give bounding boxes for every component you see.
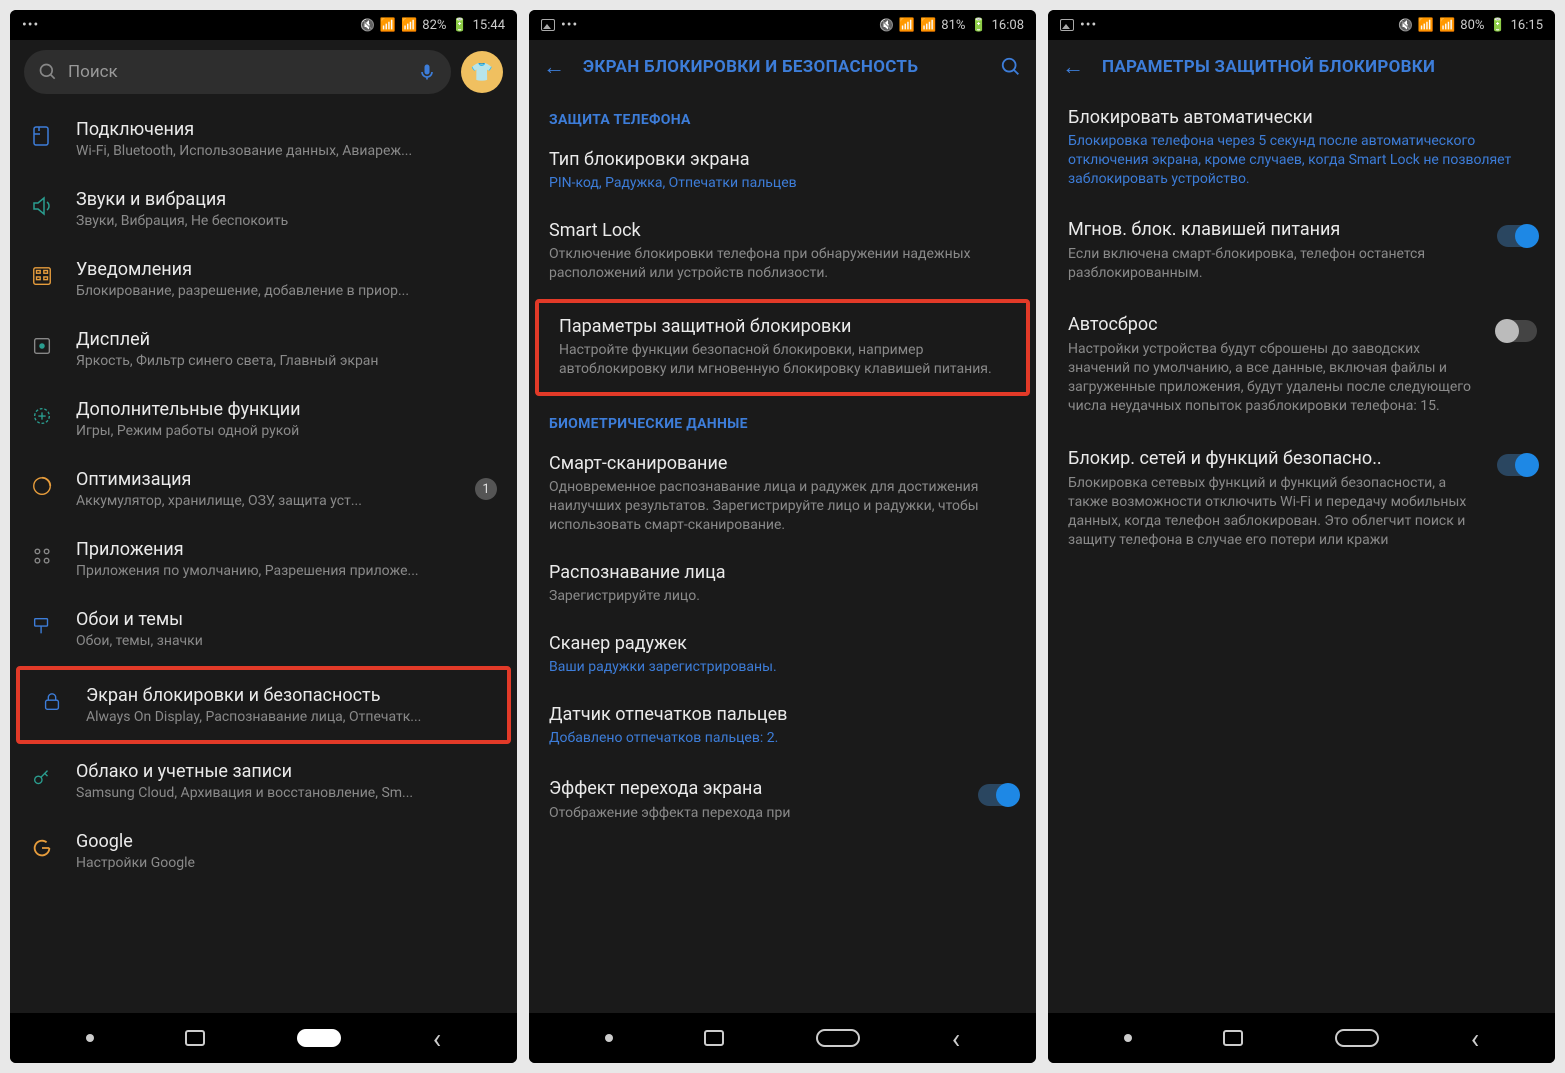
nav-bar [1048,1013,1555,1063]
mute-icon [1398,18,1413,33]
optimization-icon [28,472,56,500]
highlight-secure-lock-params: Параметры защитной блокировки Настройте … [535,299,1030,397]
toggle-power-key-lock[interactable] [1497,225,1537,247]
wifi-icon: 📶 [380,18,396,33]
nav-home[interactable] [816,1029,860,1047]
key-icon [28,764,56,792]
item-auto-reset[interactable]: Автосброс Настройки устройства будут сбр… [1048,298,1555,432]
back-arrow-icon[interactable]: ← [543,54,565,80]
connections-icon [28,122,56,150]
battery-percent: 81% [941,18,965,33]
battery-icon: 🔋 [1489,18,1505,33]
settings-cloud-accounts[interactable]: Облако и учетные записиSamsung Cloud, Ар… [10,746,517,816]
settings-google[interactable]: GoogleНастройки Google [10,816,517,886]
nav-back[interactable] [433,1022,441,1055]
settings-sounds[interactable]: Звуки и вибрацияЗвуки, Вибрация, Не бесп… [10,174,517,244]
search-placeholder: Поиск [68,62,407,82]
brush-icon [28,612,56,640]
battery-icon: 🔋 [970,18,986,33]
badge-count: 1 [475,478,497,500]
wifi-icon: 📶 [1418,18,1434,33]
phone-lock-security: 📶 📶 81% 🔋 16:08 ← ЭКРАН БЛОКИРОВКИ И БЕЗ… [529,10,1036,1063]
section-phone-protection: ЗАЩИТА ТЕЛЕФОНА [529,94,1036,136]
item-smart-lock[interactable]: Smart Lock Отключение блокировки телефон… [529,207,1036,297]
screenshot-icon [1060,19,1074,31]
notification-dots-icon [22,17,39,33]
item-power-key-lock[interactable]: Мгнов. блок. клавишей питания Если включ… [1048,203,1555,299]
item-secure-lock-params[interactable]: Параметры защитной блокировки Настройте … [539,303,1026,393]
status-bar: 📶 📶 82% 🔋 15:44 [10,10,517,40]
nav-recent[interactable] [185,1030,205,1046]
clock: 16:08 [992,18,1024,33]
apps-icon [28,542,56,570]
wifi-icon: 📶 [899,18,915,33]
lock-icon [38,688,66,716]
settings-advanced[interactable]: Дополнительные функцииИгры, Режим работы… [10,384,517,454]
status-bar: 📶 📶 80% 🔋 16:15 [1048,10,1555,40]
toggle-transition[interactable] [978,784,1018,806]
search-icon [38,62,58,82]
mute-icon [360,18,375,33]
phone-settings-main: 📶 📶 82% 🔋 15:44 Поиск 👕 ПодключенияWi-Fi… [10,10,517,1063]
nav-assistant[interactable] [1124,1034,1132,1042]
nav-assistant[interactable] [605,1034,613,1042]
display-icon [28,332,56,360]
settings-apps[interactable]: ПриложенияПриложения по умолчанию, Разре… [10,524,517,594]
nav-back[interactable] [952,1022,960,1055]
nav-home[interactable] [297,1029,341,1047]
battery-percent: 80% [1460,18,1484,33]
item-transition-effect[interactable]: Эффект перехода экрана Отображение эффек… [529,762,1036,839]
signal-icon: 📶 [1439,18,1455,33]
mic-icon[interactable] [417,62,437,82]
nav-bar [529,1013,1036,1063]
search-input[interactable]: Поиск [24,50,451,94]
clock: 15:44 [473,18,505,33]
page-title: ПАРАМЕТРЫ ЗАЩИТНОЙ БЛОКИРОВКИ [1102,57,1541,77]
item-smart-scan[interactable]: Смарт-сканирование Одновременное распозн… [529,440,1036,549]
item-fingerprint[interactable]: Датчик отпечатков пальцев Добавлено отпе… [529,691,1036,762]
item-face-recognition[interactable]: Распознавание лица Зарегистрируйте лицо. [529,549,1036,620]
page-title: ЭКРАН БЛОКИРОВКИ И БЕЗОПАСНОСТЬ [583,57,982,77]
notification-dots-icon [561,17,578,33]
nav-bar [10,1013,517,1063]
nav-home[interactable] [1335,1029,1379,1047]
notifications-icon [28,262,56,290]
settings-display[interactable]: ДисплейЯркость, Фильтр синего света, Гла… [10,314,517,384]
settings-optimization[interactable]: ОптимизацияАккумулятор, хранилище, ОЗУ, … [10,454,517,524]
highlight-lock-security: Экран блокировки и безопасностьAlways On… [16,666,511,744]
settings-connections[interactable]: ПодключенияWi-Fi, Bluetooth, Использован… [10,104,517,174]
plus-gear-icon [28,402,56,430]
google-icon [28,834,56,862]
signal-icon: 📶 [401,18,417,33]
nav-recent[interactable] [704,1030,724,1046]
nav-back[interactable] [1471,1022,1479,1055]
back-arrow-icon[interactable]: ← [1062,54,1084,80]
battery-icon: 🔋 [451,18,467,33]
phone-secure-lock-params: 📶 📶 80% 🔋 16:15 ← ПАРАМЕТРЫ ЗАЩИТНОЙ БЛО… [1048,10,1555,1063]
toggle-lock-network[interactable] [1497,454,1537,476]
clock: 16:15 [1511,18,1543,33]
item-lock-type[interactable]: Тип блокировки экрана PIN-код, Радужка, … [529,136,1036,207]
status-bar: 📶 📶 81% 🔋 16:08 [529,10,1036,40]
profile-avatar[interactable]: 👕 [461,51,503,93]
search-icon[interactable] [1000,56,1022,78]
item-lock-network[interactable]: Блокир. сетей и функций безопасно.. Блок… [1048,432,1555,566]
settings-wallpapers[interactable]: Обои и темыОбои, темы, значки [10,594,517,664]
toggle-auto-reset[interactable] [1497,320,1537,342]
screenshot-icon [541,19,555,31]
battery-percent: 82% [422,18,446,33]
notification-dots-icon [1080,17,1097,33]
settings-lock-security[interactable]: Экран блокировки и безопасностьAlways On… [20,670,507,740]
signal-icon: 📶 [920,18,936,33]
nav-assistant[interactable] [86,1034,94,1042]
section-biometrics: БИОМЕТРИЧЕСКИЕ ДАННЫЕ [529,398,1036,440]
settings-notifications[interactable]: УведомленияБлокирование, разрешение, доб… [10,244,517,314]
item-auto-lock[interactable]: Блокировать автоматически Блокировка тел… [1048,94,1555,203]
item-iris-scanner[interactable]: Сканер радужек Ваши радужки зарегистриро… [529,620,1036,691]
speaker-icon [28,192,56,220]
mute-icon [879,18,894,33]
nav-recent[interactable] [1223,1030,1243,1046]
